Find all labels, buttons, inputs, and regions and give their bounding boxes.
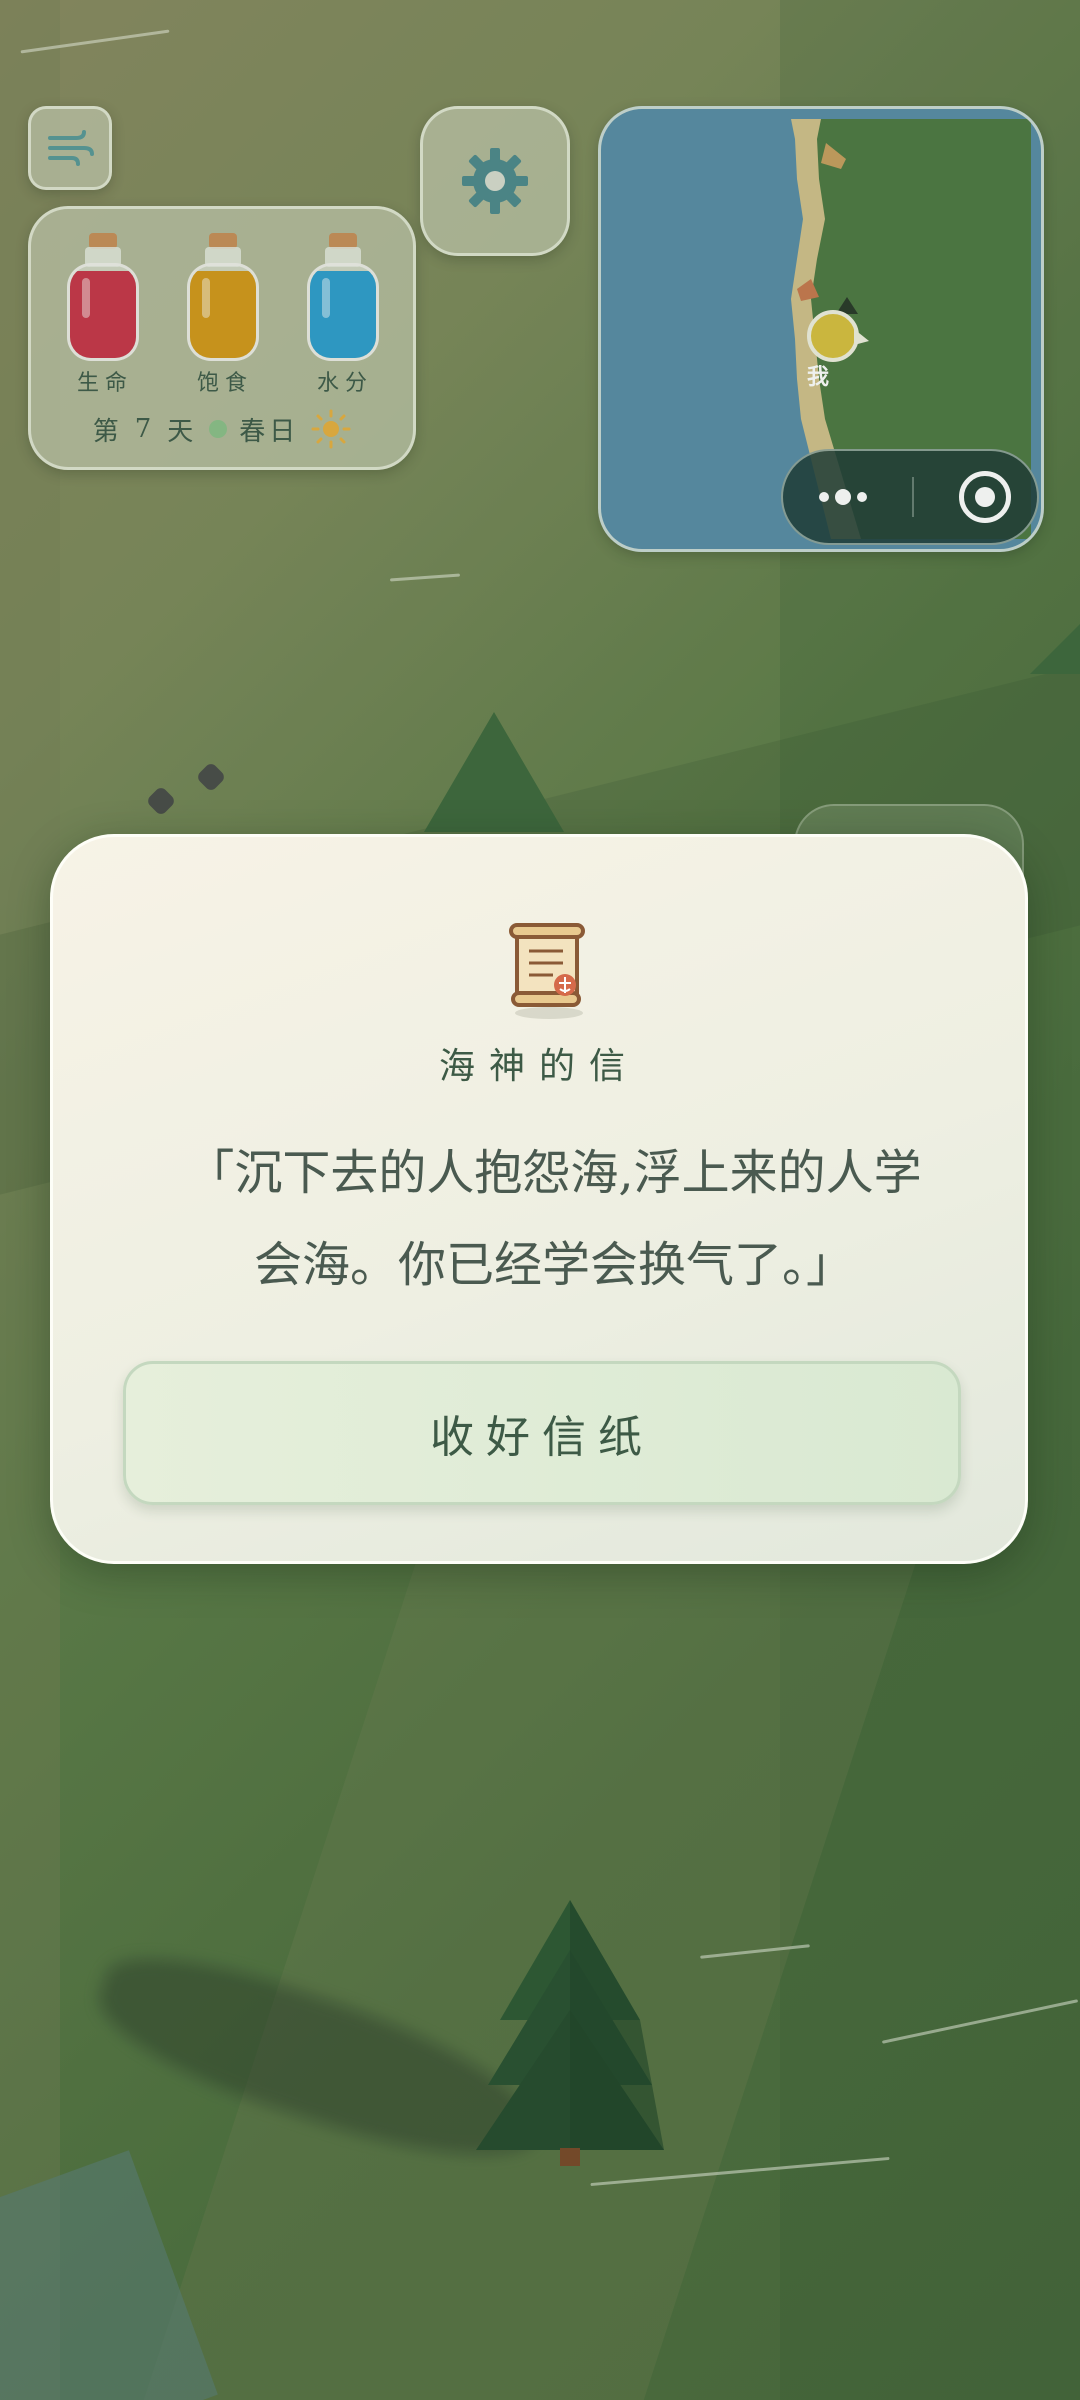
- keep-letter-button[interactable]: 收好信纸: [123, 1361, 961, 1505]
- letter-dialog: 海神的信 「沉下去的人抱怨海,浮上来的人学会海。你已经学会换气了。」 收好信纸: [50, 834, 1028, 1564]
- scroll-letter-icon: [509, 923, 585, 1019]
- dialog-title: 海神的信: [438, 1046, 639, 1087]
- dialog-message: 「沉下去的人抱怨海,浮上来的人学会海。你已经学会换气了。」: [186, 1145, 922, 1293]
